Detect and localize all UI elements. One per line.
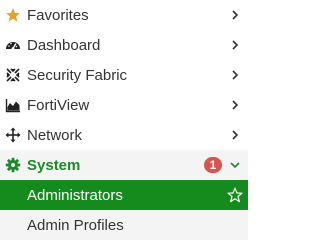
security-fabric-icon: [4, 66, 22, 84]
menu-item-network[interactable]: Network: [0, 120, 248, 150]
menu-item-security-fabric[interactable]: Security Fabric: [0, 60, 248, 90]
chevron-right-icon: [230, 130, 240, 140]
dashboard-icon: [4, 36, 22, 54]
chevron-right-icon: [230, 40, 240, 50]
menu-item-label: Favorites: [27, 6, 89, 24]
network-arrows-icon: [4, 126, 22, 144]
menu-item-dashboard[interactable]: Dashboard: [0, 30, 248, 60]
notification-badge: 1: [204, 157, 222, 173]
menu-item-system[interactable]: System 1: [0, 150, 248, 180]
menu-item-label: Network: [27, 126, 83, 144]
menu-item-fortiview[interactable]: FortiView: [0, 90, 248, 120]
chevron-right-icon: [230, 100, 240, 110]
area-chart-icon: [4, 96, 22, 114]
submenu-item-administrators[interactable]: Administrators: [0, 180, 248, 210]
chevron-right-icon: [230, 70, 240, 80]
submenu-item-label: Administrators: [27, 186, 123, 204]
menu-item-label: FortiView: [27, 96, 90, 114]
favorite-star-icon[interactable]: [227, 187, 243, 203]
star-icon: [4, 6, 22, 24]
menu-item-label: Dashboard: [27, 36, 101, 54]
menu-item-favorites[interactable]: Favorites: [0, 0, 248, 30]
menu-item-label: System: [27, 156, 81, 174]
submenu-item-admin-profiles[interactable]: Admin Profiles: [0, 210, 248, 240]
submenu-item-label: Admin Profiles: [27, 216, 124, 234]
chevron-down-icon: [230, 160, 240, 170]
gear-icon: [4, 156, 22, 174]
menu-item-label: Security Fabric: [27, 66, 128, 84]
chevron-right-icon: [230, 10, 240, 20]
navigation-menu: Favorites Dashboard Security Fabric Fort…: [0, 0, 248, 240]
